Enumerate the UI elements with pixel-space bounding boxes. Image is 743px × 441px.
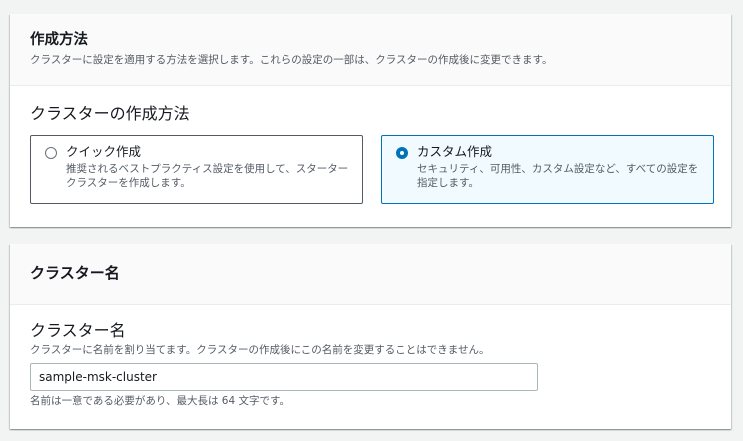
cluster-name-body: クラスター名 クラスターに名前を割り当てます。クラスターの作成後にこの名前を変更… xyxy=(10,320,731,408)
custom-create-label: カスタム作成 xyxy=(417,144,493,159)
creation-method-options: クイック作成 推奨されるベストプラクティス設定を使用して、スターター クラスター… xyxy=(30,135,714,204)
creation-method-body: クラスターの作成方法 クイック作成 推奨されるベストプラクティス設定を使用して、… xyxy=(10,103,731,204)
creation-method-description: クラスターに設定を適用する方法を選択します。これらの設定の一部は、クラスターの作… xyxy=(30,54,553,66)
creation-method-header: 作成方法 クラスターに設定を適用する方法を選択します。これらの設定の一部は、クラ… xyxy=(10,14,731,86)
cluster-name-header: クラスター名 xyxy=(10,244,731,305)
cluster-name-title: クラスター名 xyxy=(30,264,120,282)
cluster-name-field-label: クラスター名 xyxy=(30,321,126,340)
quick-create-radio[interactable] xyxy=(45,147,57,159)
creation-method-title: 作成方法 xyxy=(30,32,88,48)
creation-method-panel: 作成方法 クラスターに設定を適用する方法を選択します。これらの設定の一部は、クラ… xyxy=(10,14,731,227)
custom-create-radio[interactable] xyxy=(396,147,408,159)
quick-create-option[interactable]: クイック作成 推奨されるベストプラクティス設定を使用して、スターター クラスター… xyxy=(30,135,363,204)
cluster-name-field-description: クラスターに名前を割り当てます。クラスターの作成後にこの名前を変更することはでき… xyxy=(30,344,490,356)
custom-create-option[interactable]: カスタム作成 セキュリティ、可用性、カスタム設定など、すべての設定を指定します。 xyxy=(381,135,714,204)
cluster-name-constraint: 名前は一意である必要があり、最大長は 64 文字です。 xyxy=(30,395,290,407)
quick-create-description: 推奨されるベストプラクティス設定を使用して、スターター クラスターを作成します。 xyxy=(66,163,349,189)
quick-create-label: クイック作成 xyxy=(66,144,142,159)
custom-create-description: セキュリティ、可用性、カスタム設定など、すべての設定を指定します。 xyxy=(417,163,699,189)
creation-method-field-label: クラスターの作成方法 xyxy=(30,104,190,123)
cluster-name-input[interactable] xyxy=(30,363,538,391)
cluster-name-panel: クラスター名 クラスター名 クラスターに名前を割り当てます。クラスターの作成後に… xyxy=(10,244,731,429)
